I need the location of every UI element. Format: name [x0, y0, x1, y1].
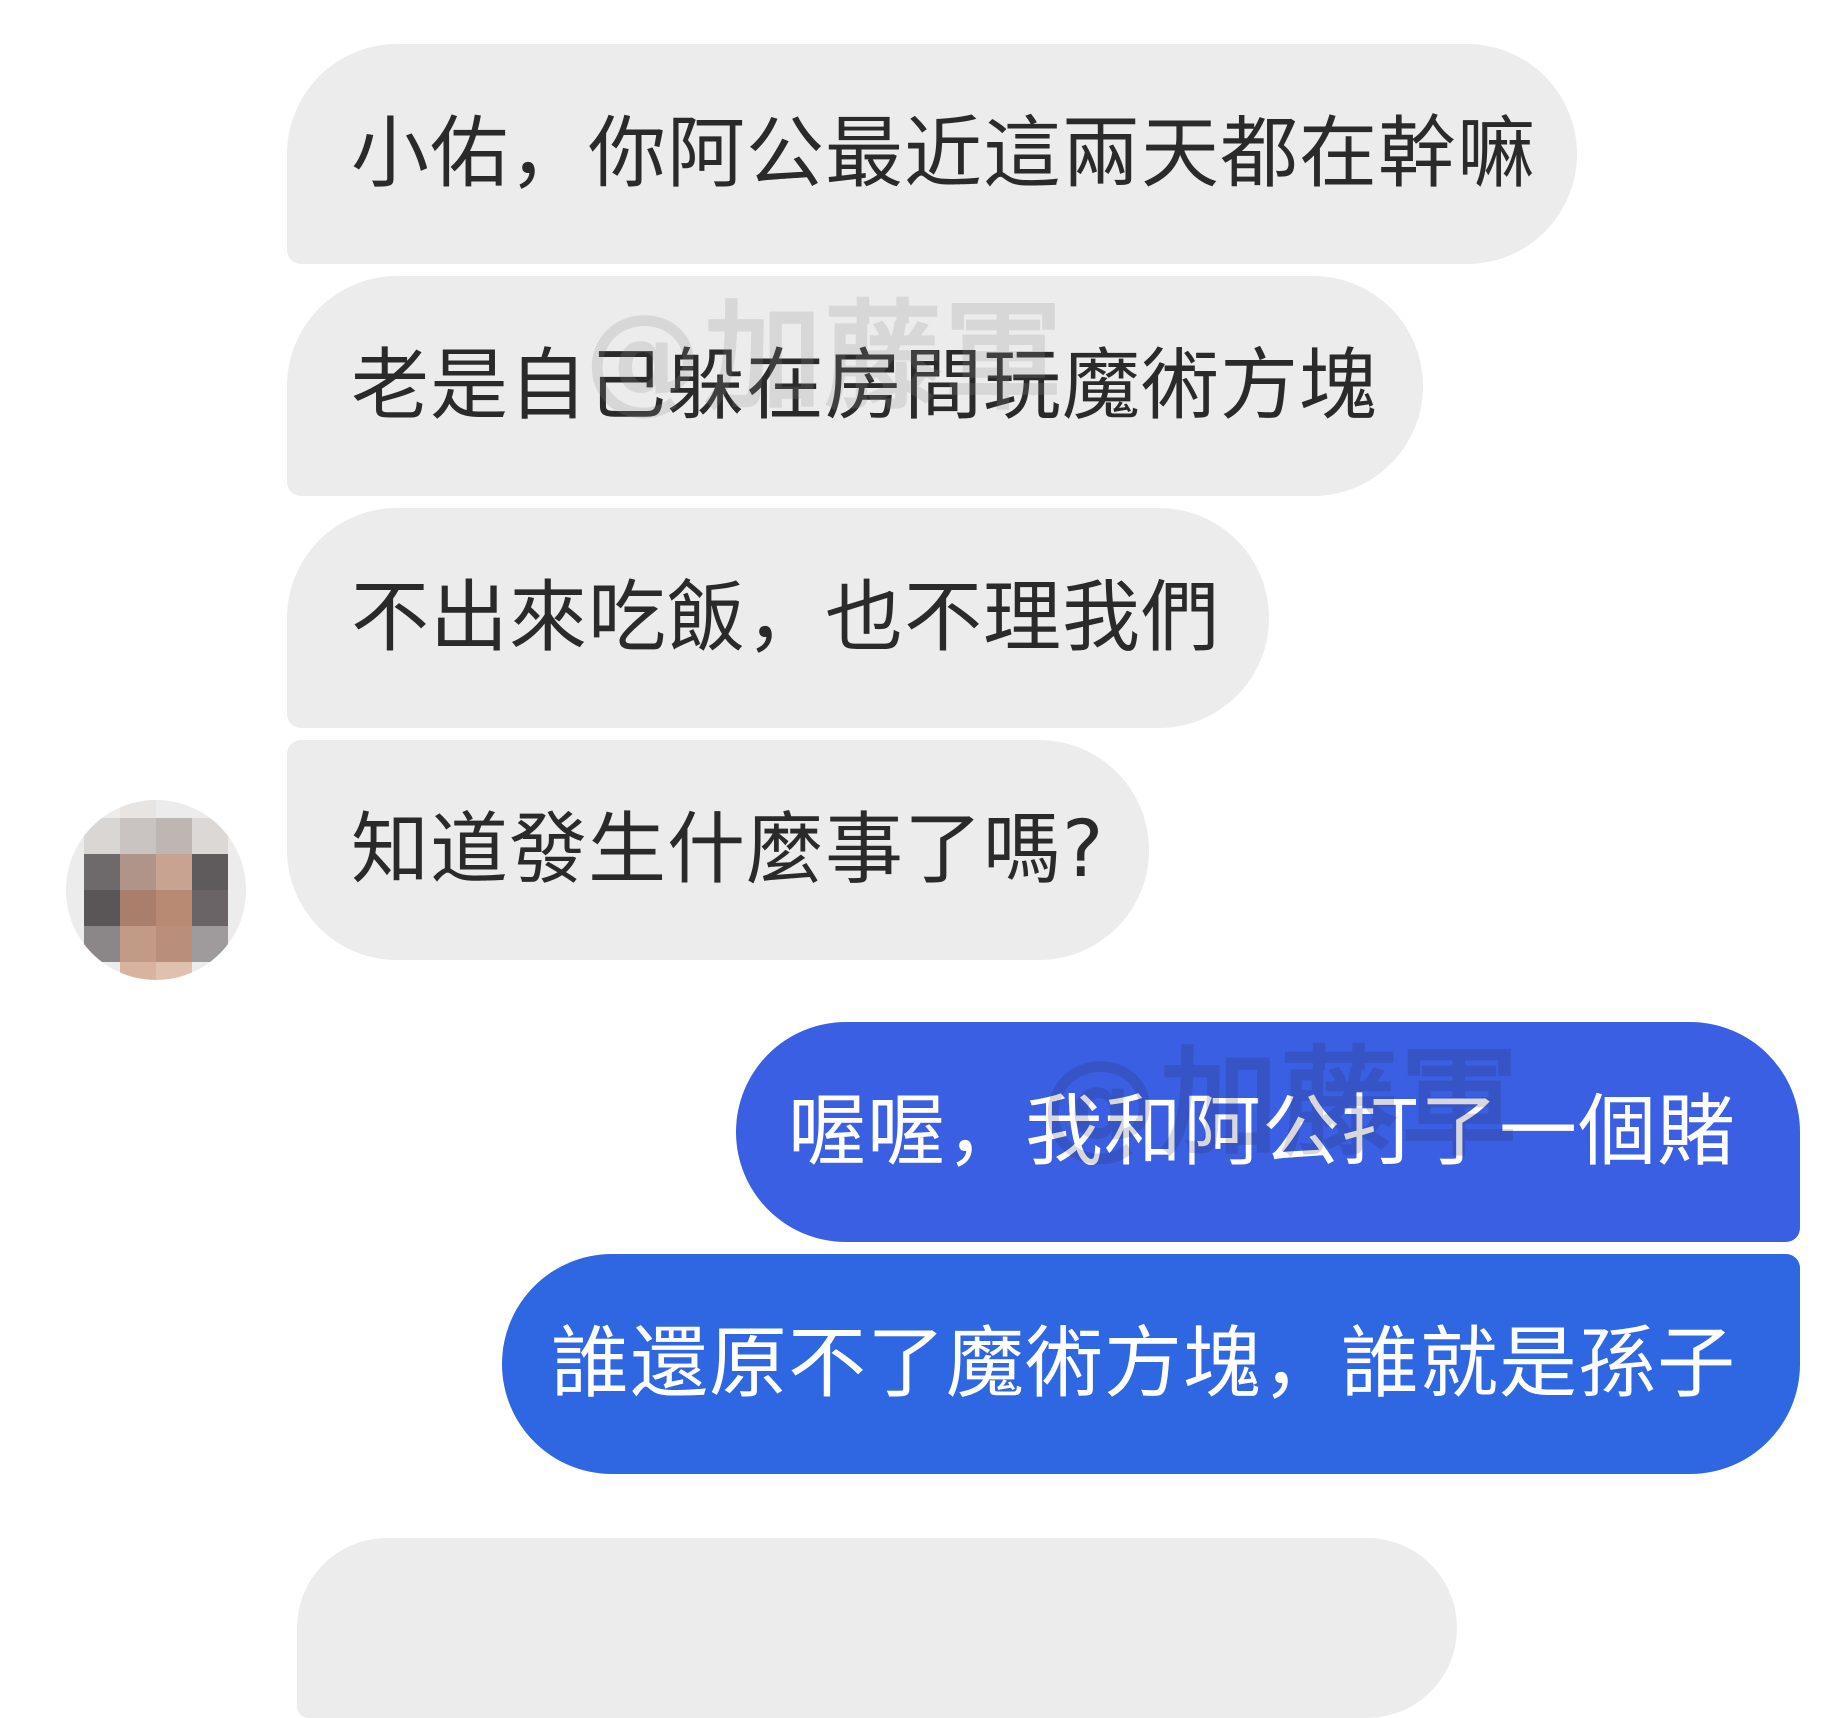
incoming-message-bubble[interactable]: 小佑，你阿公最近這兩天都在幹嘛	[287, 44, 1577, 264]
incoming-message-bubble[interactable]: 老是自己躲在房間玩魔術方塊	[287, 276, 1423, 496]
sender-avatar[interactable]	[66, 800, 246, 980]
message-text: 喔喔，我和阿公打了一個賭	[787, 1087, 1736, 1177]
outgoing-message-bubble[interactable]: 誰還原不了魔術方塊，誰就是孫子	[502, 1254, 1800, 1474]
message-text: 小佑，你阿公最近這兩天都在幹嘛	[351, 109, 1537, 199]
pixelated-avatar-image	[66, 800, 246, 980]
incoming-message-bubble[interactable]: 不出來吃飯，也不理我們	[287, 508, 1269, 728]
message-text: 知道發生什麼事了嗎?	[351, 805, 1105, 895]
incoming-message-bubble-partial[interactable]	[297, 1538, 1457, 1718]
outgoing-message-bubble[interactable]: 喔喔，我和阿公打了一個賭	[736, 1022, 1800, 1242]
incoming-message-bubble[interactable]: 知道發生什麼事了嗎?	[287, 740, 1149, 960]
message-text: 誰還原不了魔術方塊，誰就是孫子	[550, 1319, 1736, 1409]
message-text: 不出來吃飯，也不理我們	[351, 573, 1221, 663]
message-text: 老是自己躲在房間玩魔術方塊	[351, 341, 1379, 431]
